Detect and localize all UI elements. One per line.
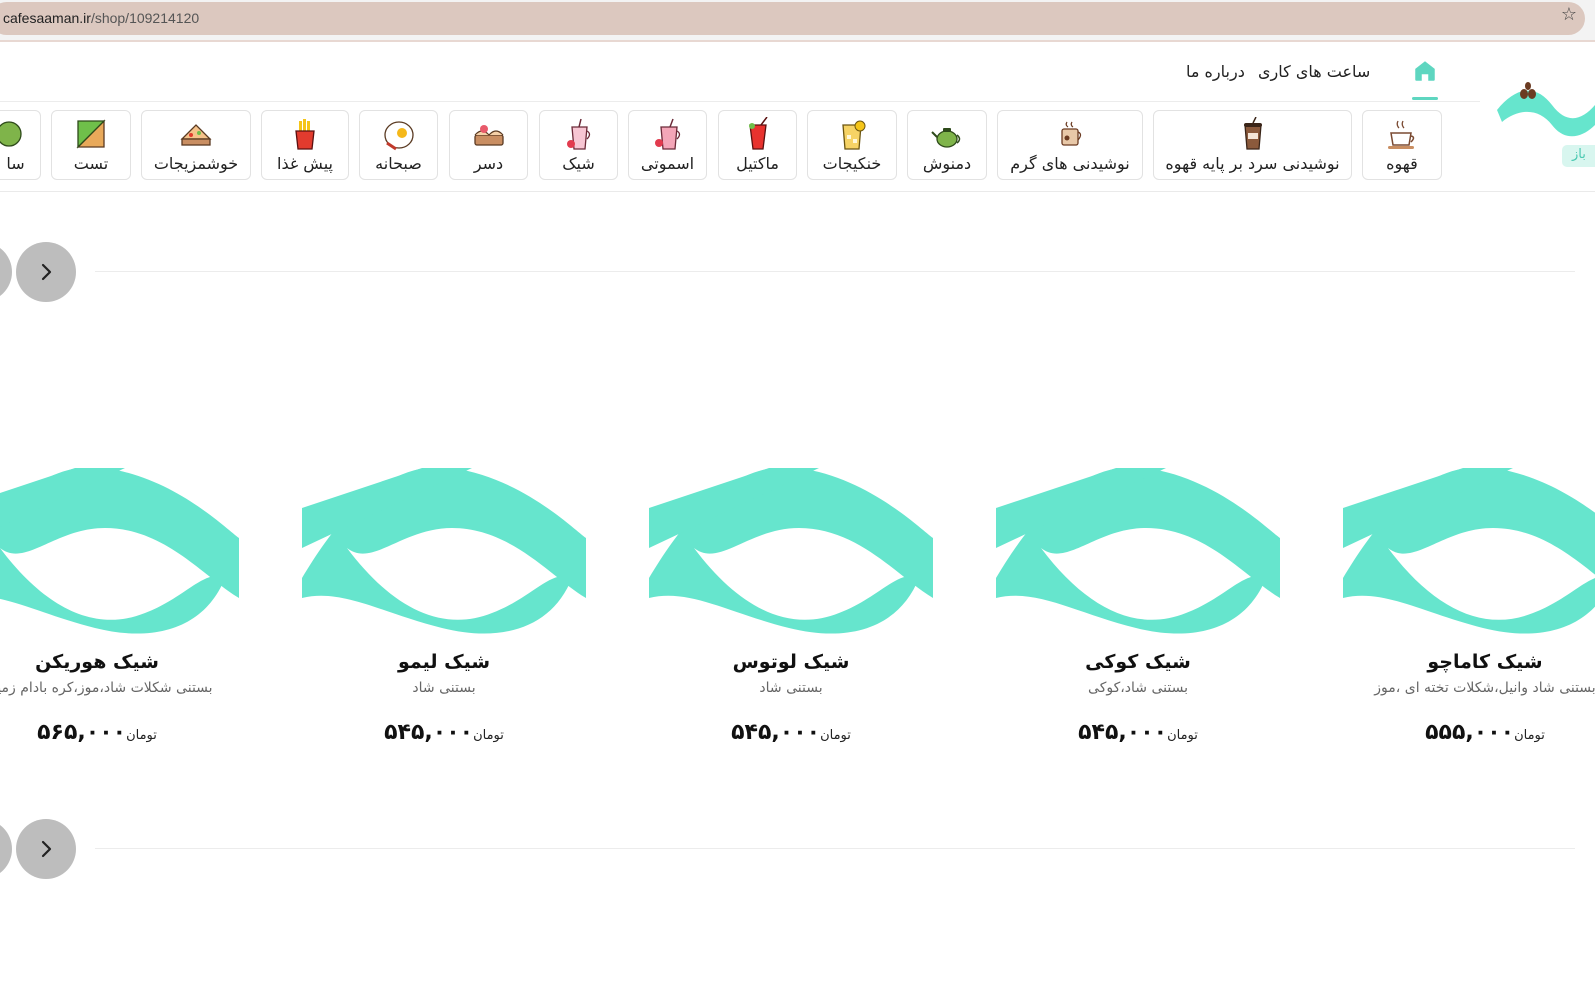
fries-icon	[295, 119, 315, 150]
product-price: تومان۵۴۵,۰۰۰	[384, 720, 504, 745]
browser-toolbar: cafesaaman.ir/shop/109214120 ☆	[0, 0, 1595, 40]
category-appetizer[interactable]: پیش غذا	[261, 110, 349, 180]
dessert-icon	[473, 125, 504, 146]
product-price: تومان۵۵۵,۰۰۰	[1425, 720, 1545, 745]
lemonade-icon	[842, 120, 866, 150]
product-card[interactable]: شیک کوکی بستنی شاد،کوکی تومان۵۴۵,۰۰۰	[996, 468, 1280, 768]
section-divider	[95, 848, 1575, 849]
category-hot-drinks[interactable]: نوشیدنی های گرم	[997, 110, 1143, 180]
logo[interactable]	[1497, 80, 1595, 150]
product-description: بستنی شاد	[412, 680, 476, 696]
nav-hours-link[interactable]: ساعت های کاری	[1258, 62, 1370, 81]
toolbar-divider	[0, 40, 1595, 42]
category-label: دسر	[473, 154, 504, 173]
toast-icon	[76, 119, 106, 149]
iced-coffee-icon	[1243, 117, 1262, 150]
category-label: قهوه	[1386, 154, 1418, 173]
product-price: تومان۵۴۵,۰۰۰	[731, 720, 851, 745]
hot-drink-icon	[1061, 121, 1082, 146]
product-card[interactable]: شیک کاماچو بستنی شاد وانیل،شکلات تخته ای…	[1343, 468, 1595, 768]
product-name: شیک هوریکن	[35, 651, 159, 673]
product-image	[0, 468, 239, 634]
product-name: شیک کوکی	[1085, 651, 1191, 673]
product-card[interactable]: شیک لوتوس بستنی شاد تومان۵۴۵,۰۰۰	[649, 468, 933, 768]
home-active-indicator	[1412, 97, 1438, 100]
category-label: پیش غذا	[277, 154, 333, 173]
category-label: خنکیجات	[822, 154, 882, 173]
category-herbal-tea[interactable]: دمنوش	[907, 110, 987, 180]
teapot-icon	[931, 128, 961, 148]
salad-icon	[0, 121, 22, 147]
carousel-next-button[interactable]	[16, 819, 76, 879]
address-bar[interactable]: cafesaaman.ir/shop/109214120	[0, 2, 1585, 35]
category-cold-drinks[interactable]: خنکیجات	[807, 110, 897, 180]
category-label: دمنوش	[922, 154, 972, 173]
category-label: نوشیدنی های گرم	[1010, 154, 1130, 173]
category-salad[interactable]: سا	[0, 110, 41, 180]
category-breakfast[interactable]: صبحانه	[359, 110, 438, 180]
home-icon[interactable]	[1412, 58, 1438, 84]
category-label: ماکتیل	[736, 154, 779, 173]
carousel-prev-button[interactable]	[0, 242, 12, 302]
product-card[interactable]: شیک لیمو بستنی شاد تومان۵۴۵,۰۰۰	[302, 468, 586, 768]
snack-icon	[180, 124, 212, 146]
coffee-cup-icon	[1388, 120, 1415, 149]
category-label: صبحانه	[375, 154, 422, 173]
product-image	[302, 468, 586, 634]
product-description: بستنی شاد،کوکی	[1088, 680, 1188, 696]
category-label: سا	[6, 154, 25, 173]
category-dessert[interactable]: دسر	[449, 110, 528, 180]
product-description: بستنی شاد وانیل،شکلات تخته ای ،موز	[1374, 680, 1595, 696]
product-name: شیک لوتوس	[732, 651, 850, 673]
category-coffee[interactable]: قهوه	[1362, 110, 1442, 180]
status-badge: باز	[1562, 145, 1595, 167]
category-divider	[0, 191, 1595, 192]
url-text[interactable]: cafesaaman.ir/shop/109214120	[3, 10, 199, 26]
product-image	[649, 468, 933, 634]
product-name: شیک لیمو	[397, 651, 491, 673]
product-card[interactable]: شیک هوریکن بستنی شکلات شاد،موز،کره بادام…	[0, 468, 239, 768]
product-name: شیک کاماچو	[1427, 651, 1543, 673]
product-image	[996, 468, 1280, 634]
category-mocktail[interactable]: ماکتیل	[718, 110, 797, 180]
shake-icon	[566, 118, 590, 150]
category-label: شیک	[562, 154, 595, 173]
product-price: تومان۵۶۵,۰۰۰	[37, 720, 157, 745]
chevron-right-icon	[41, 840, 52, 858]
category-snacks[interactable]: خوشمزیجات	[141, 110, 251, 180]
chevron-right-icon	[41, 263, 52, 281]
nav-about-link[interactable]: درباره ما	[1186, 62, 1245, 81]
product-description: بستنی شاد	[759, 680, 823, 696]
product-image	[1343, 468, 1595, 634]
category-toast[interactable]: تست	[51, 110, 131, 180]
carousel-prev-button[interactable]	[0, 819, 12, 879]
category-label: تست	[73, 154, 109, 173]
smoothie-icon	[654, 118, 680, 150]
product-price: تومان۵۴۵,۰۰۰	[1078, 720, 1198, 745]
category-label: اسموتی	[640, 154, 695, 173]
star-icon[interactable]: ☆	[1561, 4, 1577, 25]
header-divider	[0, 101, 1480, 102]
category-shake[interactable]: شیک	[539, 110, 618, 180]
product-description: بستنی شکلات شاد،موز،کره بادام زمینی	[0, 680, 213, 696]
section-divider	[95, 271, 1575, 272]
category-label: نوشیدنی سرد بر پایه قهوه	[1165, 154, 1340, 173]
category-label: خوشمزیجات	[153, 154, 239, 173]
category-smoothie[interactable]: اسموتی	[628, 110, 707, 180]
mocktail-icon	[748, 117, 768, 150]
carousel-next-button[interactable]	[16, 242, 76, 302]
breakfast-icon	[383, 121, 414, 151]
category-cold-coffee[interactable]: نوشیدنی سرد بر پایه قهوه	[1153, 110, 1352, 180]
